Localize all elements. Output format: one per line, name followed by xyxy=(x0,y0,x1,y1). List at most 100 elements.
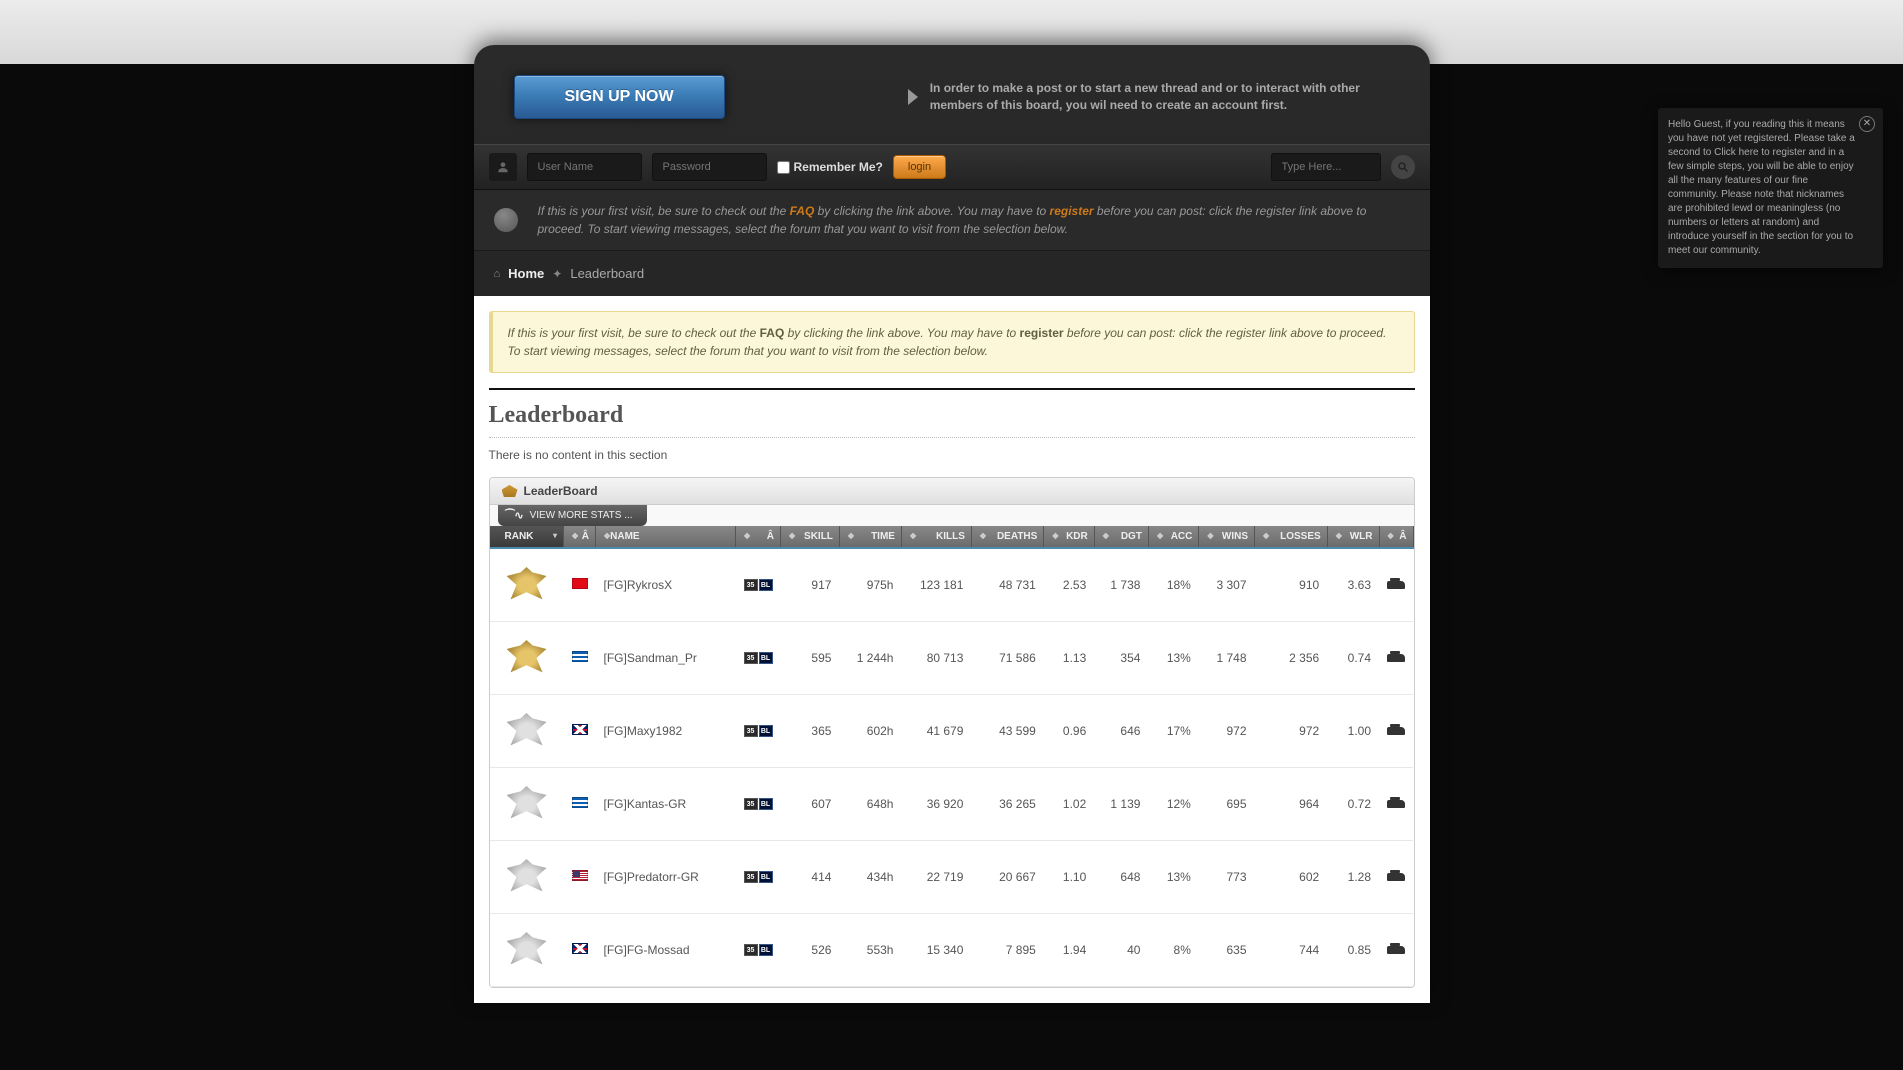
col-badge[interactable]: ◆Â xyxy=(736,526,781,548)
tank-icon xyxy=(1387,873,1405,881)
col-wlr[interactable]: ◆WLR xyxy=(1327,526,1379,548)
kills-cell: 41 679 xyxy=(901,695,971,768)
deaths-cell: 43 599 xyxy=(971,695,1043,768)
view-more-stats-button[interactable]: ⁀∿ VIEW MORE STATS ... xyxy=(498,505,647,526)
register-link[interactable]: register xyxy=(1050,204,1094,218)
col-losses[interactable]: ◆LOSSES xyxy=(1255,526,1328,548)
notice-faq-link[interactable]: FAQ xyxy=(760,326,785,340)
notice-register-link[interactable]: register xyxy=(1020,326,1064,340)
deaths-cell: 7 895 xyxy=(971,914,1043,987)
signup-button[interactable]: SIGN UP NOW xyxy=(514,75,725,119)
badge-icon: BL xyxy=(759,944,773,956)
kdr-cell: 1.02 xyxy=(1044,768,1094,841)
flag-cell xyxy=(564,548,596,622)
dgt-cell: 1 139 xyxy=(1094,768,1148,841)
col-time[interactable]: ◆TIME xyxy=(839,526,901,548)
wins-cell: 3 307 xyxy=(1199,548,1255,622)
col-rank[interactable]: RANK▾ xyxy=(490,526,564,548)
kills-cell: 123 181 xyxy=(901,548,971,622)
no-content-text: There is no content in this section xyxy=(489,448,1415,462)
rank-badge-icon xyxy=(507,786,547,822)
table-row[interactable]: [FG]Sandman_Pr 35BL 595 1 244h 80 713 71… xyxy=(490,622,1414,695)
home-icon: ⌂ xyxy=(494,268,501,280)
time-cell: 553h xyxy=(839,914,901,987)
col-name[interactable]: ◆NAME xyxy=(596,526,736,548)
remember-me-label[interactable]: Remember Me? xyxy=(777,160,883,174)
wlr-cell: 0.74 xyxy=(1327,622,1379,695)
wins-cell: 773 xyxy=(1199,841,1255,914)
badge-icon: BL xyxy=(759,871,773,883)
tank-cell xyxy=(1379,695,1413,768)
kdr-cell: 1.13 xyxy=(1044,622,1094,695)
name-cell[interactable]: [FG]RykrosX xyxy=(596,548,736,622)
acc-cell: 12% xyxy=(1148,768,1198,841)
rank-cell xyxy=(490,548,564,622)
kdr-cell: 1.94 xyxy=(1044,914,1094,987)
flag-cell xyxy=(564,914,596,987)
name-cell[interactable]: [FG]Predatorr-GR xyxy=(596,841,736,914)
tank-cell xyxy=(1379,768,1413,841)
col-dgt[interactable]: ◆DGT xyxy=(1094,526,1148,548)
close-icon[interactable]: ✕ xyxy=(1859,116,1875,132)
tank-cell xyxy=(1379,914,1413,987)
col-wins[interactable]: ◆WINS xyxy=(1199,526,1255,548)
name-cell[interactable]: [FG]Sandman_Pr xyxy=(596,622,736,695)
tank-cell xyxy=(1379,548,1413,622)
skill-cell: 365 xyxy=(781,695,840,768)
kills-cell: 36 920 xyxy=(901,768,971,841)
col-flag[interactable]: ◆Â xyxy=(564,526,596,548)
breadcrumb: ⌂ Home ✦ Leaderboard xyxy=(474,251,1430,296)
col-skill[interactable]: ◆SKILL xyxy=(781,526,840,548)
wins-cell: 695 xyxy=(1199,768,1255,841)
tank-icon xyxy=(1387,654,1405,662)
rank-badge-icon xyxy=(507,567,547,603)
table-row[interactable]: [FG]FG-Mossad 35BL 526 553h 15 340 7 895… xyxy=(490,914,1414,987)
col-kdr[interactable]: ◆KDR xyxy=(1044,526,1094,548)
search-input[interactable] xyxy=(1271,153,1381,181)
badge-cell: 35BL xyxy=(736,548,781,622)
losses-cell: 2 356 xyxy=(1255,622,1328,695)
name-cell[interactable]: [FG]FG-Mossad xyxy=(596,914,736,987)
flag-cell xyxy=(564,695,596,768)
search-icon[interactable] xyxy=(1391,155,1415,179)
breadcrumb-home[interactable]: Home xyxy=(508,266,544,281)
faq-link[interactable]: FAQ xyxy=(790,204,815,218)
breadcrumb-separator: ✦ xyxy=(552,267,562,281)
losses-cell: 602 xyxy=(1255,841,1328,914)
flag-icon xyxy=(572,797,588,808)
wins-cell: 635 xyxy=(1199,914,1255,987)
table-row[interactable]: [FG]Kantas-GR 35BL 607 648h 36 920 36 26… xyxy=(490,768,1414,841)
rank-badge-icon xyxy=(507,640,547,676)
guest-popup: ✕ Hello Guest, if you reading this it me… xyxy=(1658,108,1883,268)
table-row[interactable]: [FG]Maxy1982 35BL 365 602h 41 679 43 599… xyxy=(490,695,1414,768)
wlr-cell: 3.63 xyxy=(1327,548,1379,622)
col-kills[interactable]: ◆KILLS xyxy=(901,526,971,548)
name-cell[interactable]: [FG]Kantas-GR xyxy=(596,768,736,841)
acc-cell: 13% xyxy=(1148,622,1198,695)
time-cell: 648h xyxy=(839,768,901,841)
password-input[interactable] xyxy=(652,153,767,181)
rank-cell xyxy=(490,622,564,695)
col-deaths[interactable]: ◆DEATHS xyxy=(971,526,1043,548)
col-acc[interactable]: ◆ACC xyxy=(1148,526,1198,548)
badge-cell: 35BL xyxy=(736,622,781,695)
login-button[interactable]: login xyxy=(893,155,946,179)
leaderboard-panel-header: LeaderBoard xyxy=(490,478,1414,505)
table-row[interactable]: [FG]Predatorr-GR 35BL 414 434h 22 719 20… xyxy=(490,841,1414,914)
rank-badge-icon xyxy=(507,859,547,895)
dgt-cell: 1 738 xyxy=(1094,548,1148,622)
deaths-cell: 20 667 xyxy=(971,841,1043,914)
username-input[interactable] xyxy=(527,153,642,181)
col-tank[interactable]: ◆Â xyxy=(1379,526,1413,548)
notice-box: If this is your first visit, be sure to … xyxy=(489,311,1415,373)
remember-me-checkbox[interactable] xyxy=(777,161,790,174)
leaderboard-panel-title: LeaderBoard xyxy=(524,484,598,498)
losses-cell: 972 xyxy=(1255,695,1328,768)
breadcrumb-current: Leaderboard xyxy=(570,266,644,281)
losses-cell: 964 xyxy=(1255,768,1328,841)
skill-cell: 414 xyxy=(781,841,840,914)
table-row[interactable]: [FG]RykrosX 35BL 917 975h 123 181 48 731… xyxy=(490,548,1414,622)
badge-icon: 35 xyxy=(744,579,758,591)
dgt-cell: 40 xyxy=(1094,914,1148,987)
name-cell[interactable]: [FG]Maxy1982 xyxy=(596,695,736,768)
